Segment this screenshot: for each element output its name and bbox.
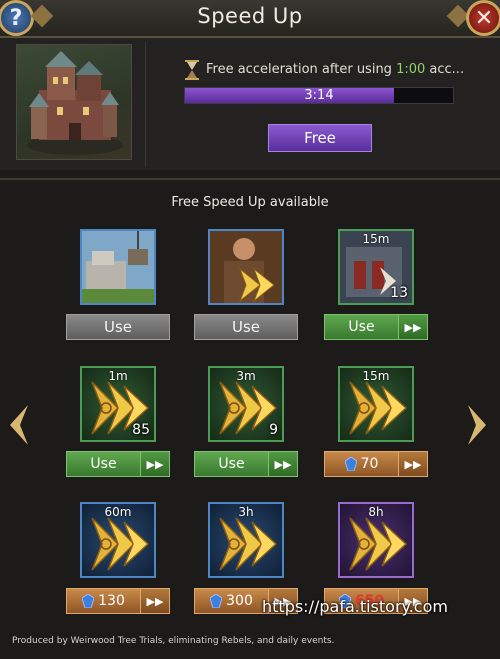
progress-bar: 3:14 (184, 87, 454, 104)
section-divider (0, 178, 500, 180)
fast-forward-icon[interactable]: ▶▶ (399, 451, 428, 477)
item-count: 9 (269, 422, 278, 438)
hourglass-icon (185, 60, 199, 80)
page-title: Speed Up (197, 4, 303, 28)
speedup-arrows-icon (349, 517, 408, 571)
timer-suffix: acc... (425, 62, 465, 77)
buy-button-main[interactable]: 130 (66, 588, 141, 614)
item-duration: 15m (362, 232, 390, 246)
free-acceleration-text: Free acceleration after using 1:00 acc..… (206, 62, 464, 77)
buy-use-button[interactable]: 130 ▶▶ (66, 588, 170, 614)
castle-image (16, 44, 132, 160)
speedup-item-1[interactable] (80, 229, 156, 305)
builder-speedup-icon (210, 231, 282, 303)
free-button[interactable]: Free (268, 124, 372, 152)
item-duration: 8h (368, 505, 384, 519)
fast-forward-icon[interactable]: ▶▶ (269, 451, 298, 477)
speedup-item-8[interactable]: 3h (208, 502, 284, 578)
item-count: 85 (132, 422, 150, 438)
gem-price: 130 (98, 593, 125, 609)
use-button-label[interactable]: Use (66, 451, 141, 477)
use-button[interactable]: Use (66, 314, 170, 340)
castle-icon (27, 51, 123, 155)
use-button-label[interactable]: Use (324, 314, 399, 340)
item-duration: 60m (104, 505, 132, 519)
gem-icon (210, 594, 223, 608)
use-button[interactable]: Use (194, 314, 298, 340)
use-button[interactable]: Use ▶▶ (324, 314, 428, 340)
speedup-item-3[interactable]: 15m 13 (338, 229, 414, 305)
gem-icon (82, 594, 95, 608)
gem-price: 70 (360, 456, 379, 472)
use-button-label[interactable]: Use (194, 451, 269, 477)
title-bar: ? Speed Up ✕ (0, 0, 500, 38)
fast-forward-icon[interactable]: ▶▶ (141, 588, 170, 614)
speedup-item-9[interactable]: 8h (338, 502, 414, 578)
item-duration: 1m (108, 369, 128, 383)
buy-button-main[interactable]: 300 (194, 588, 269, 614)
speedup-item-4[interactable]: 1m 85 (80, 366, 156, 442)
use-button[interactable]: Use ▶▶ (194, 451, 298, 477)
fast-forward-icon[interactable]: ▶▶ (399, 314, 428, 340)
gem-icon (344, 457, 357, 471)
item-duration: 3h (238, 505, 254, 519)
item-duration: 3m (236, 369, 256, 383)
section-title: Free Speed Up available (171, 195, 329, 210)
speedup-item-5[interactable]: 3m 9 (208, 366, 284, 442)
construction-icon (82, 231, 154, 303)
speedup-item-7[interactable]: 60m (80, 502, 156, 578)
close-button[interactable]: ✕ (466, 0, 500, 36)
speedup-item-6[interactable]: 15m (338, 366, 414, 442)
speedup-arrows-icon (219, 517, 278, 571)
buy-use-button[interactable]: 70 ▶▶ (324, 451, 428, 477)
timer-prefix: Free acceleration after using (206, 62, 397, 77)
watermark: https://pafa.tistory.com (262, 597, 448, 616)
timer-highlight: 1:00 (396, 62, 426, 77)
item-count: 13 (390, 285, 408, 301)
next-page-arrow-icon[interactable] (466, 403, 490, 447)
footer-note: Produced by Weirwood Tree Trials, elimin… (12, 636, 335, 646)
buy-button-main[interactable]: 70 (324, 451, 399, 477)
use-button[interactable]: Use ▶▶ (66, 451, 170, 477)
speedup-item-2[interactable] (208, 229, 284, 305)
item-duration: 15m (362, 369, 390, 383)
prev-page-arrow-icon[interactable] (6, 403, 30, 447)
progress-time: 3:14 (304, 88, 334, 103)
panel-divider (145, 42, 146, 167)
fast-forward-icon[interactable]: ▶▶ (141, 451, 170, 477)
speedup-arrows-icon (349, 381, 408, 435)
gem-price: 300 (226, 593, 253, 609)
speedup-arrows-icon (91, 517, 150, 571)
